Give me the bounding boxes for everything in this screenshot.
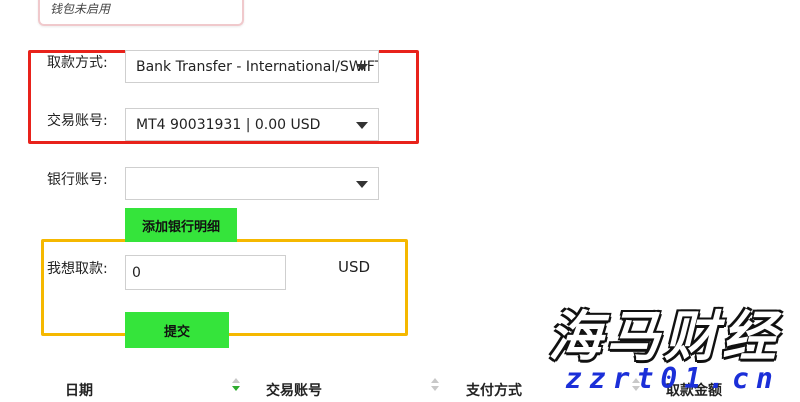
withdrawal-method-label: 取款方式: — [47, 55, 108, 71]
column-date[interactable]: 日期 — [65, 380, 93, 400]
watermark-title: 海马财经 — [548, 304, 780, 368]
trading-account-label: 交易账号: — [47, 113, 108, 129]
watermark-url: zzrt01.cn — [565, 362, 780, 395]
trading-account-value: MT4 90031931 | 0.00 USD — [136, 116, 321, 133]
chevron-down-icon — [356, 63, 368, 71]
column-payment-method[interactable]: 支付方式 — [466, 380, 522, 400]
submit-button[interactable]: 提交 — [125, 312, 229, 348]
sort-icon[interactable] — [431, 378, 441, 394]
add-bank-details-button[interactable]: 添加银行明细 — [125, 208, 237, 242]
column-trading-account[interactable]: 交易账号 — [266, 380, 322, 400]
chevron-down-icon — [356, 121, 368, 129]
wallet-status-text: 钱包未启用 — [50, 2, 111, 16]
watermark: 海马财经 zzrt01.cn — [540, 292, 800, 395]
amount-label: 我想取款: — [47, 261, 108, 277]
wallet-status-box: 钱包未启用 — [38, 0, 244, 26]
currency-label: USD — [338, 258, 371, 276]
trading-account-select[interactable]: MT4 90031931 | 0.00 USD — [125, 108, 379, 141]
bank-account-label: 银行账号: — [47, 172, 108, 188]
withdrawal-method-select[interactable]: Bank Transfer - International/SWIFT — [125, 50, 379, 83]
withdrawal-method-value: Bank Transfer - International/SWIFT — [136, 58, 379, 75]
chevron-down-icon — [356, 180, 368, 188]
sort-icon[interactable] — [232, 378, 242, 394]
bank-account-select[interactable] — [125, 167, 379, 200]
amount-input[interactable] — [125, 255, 286, 290]
